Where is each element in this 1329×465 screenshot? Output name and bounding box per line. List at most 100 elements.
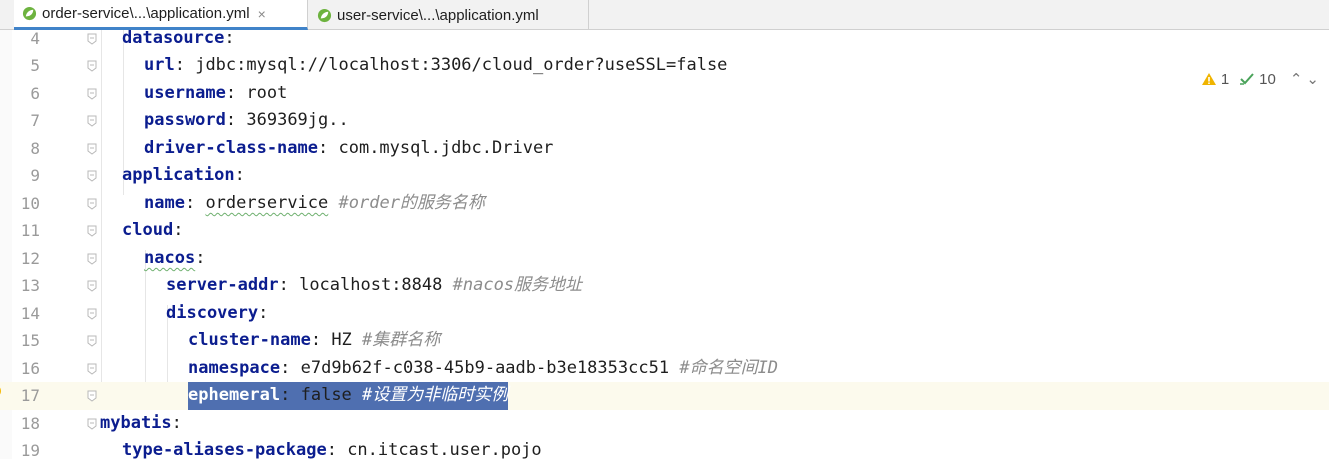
yaml-punctuation: :: [326, 440, 348, 460]
yaml-value: e7d9b62f-c038-45b9-aadb-b3e18353cc51: [300, 358, 670, 378]
code-line[interactable]: 12 nacos:: [0, 245, 1329, 273]
fold-marker-icon[interactable]: [86, 418, 98, 430]
yaml-key: datasource: [122, 28, 225, 48]
code-line[interactable]: 8 driver-class-name: com.mysql.jdbc.Drive…: [0, 135, 1329, 163]
code-line[interactable]: 17 ephemeral: false #设置为非临时实例: [0, 382, 1329, 410]
code-line[interactable]: 15 cluster-name: HZ #集群名称: [0, 327, 1329, 355]
code-line[interactable]: 18 mybatis:: [0, 410, 1329, 438]
line-number: 10: [20, 194, 40, 213]
fold-marker-icon[interactable]: [86, 390, 98, 402]
yaml-comment: #nacos服务地址: [452, 275, 583, 295]
code-line[interactable]: 6 username: root: [0, 80, 1329, 108]
spring-leaf-icon: [22, 6, 37, 21]
warning-count: 1: [1220, 70, 1230, 88]
tab-label: user-service\...\application.yml: [337, 6, 539, 24]
yaml-punctuation: :: [171, 413, 182, 433]
yaml-punctuation: :: [225, 83, 247, 103]
code-line[interactable]: 13 server-addr: localhost:8848 #nacos服务地址: [0, 272, 1329, 300]
code-content: mybatis:: [100, 410, 182, 438]
fold-marker-icon[interactable]: [86, 335, 98, 347]
yaml-value: cn.itcast.user.pojo: [347, 440, 542, 460]
warning-icon: [1201, 73, 1216, 85]
tab-label: order-service\...\application.yml: [42, 5, 250, 22]
spring-leaf-icon: [317, 8, 332, 22]
code-content: cluster-name: HZ #集群名称: [188, 327, 440, 355]
fold-marker-icon[interactable]: [86, 308, 98, 320]
yaml-key: url: [144, 55, 175, 75]
yaml-punctuation: :: [278, 275, 300, 295]
fold-marker-icon[interactable]: [86, 363, 98, 375]
code-line[interactable]: 11 cloud:: [0, 217, 1329, 245]
line-number: 15: [20, 331, 40, 350]
yaml-value: jdbc:mysql://localhost:3306/cloud_order?…: [195, 55, 728, 75]
code-line[interactable]: 10 name: orderservice #order的服务名称: [0, 190, 1329, 218]
fold-marker-icon[interactable]: [86, 115, 98, 127]
yaml-key: application: [122, 165, 235, 185]
fold-marker-icon[interactable]: [86, 60, 98, 72]
code-content: namespace: e7d9b62f-c038-45b9-aadb-b3e18…: [188, 355, 778, 383]
fold-marker-icon[interactable]: [86, 280, 98, 292]
yaml-value: root: [246, 83, 288, 103]
yaml-value: 369369jg..: [246, 110, 349, 130]
intention-bulb-icon[interactable]: [0, 384, 2, 404]
code-line[interactable]: 14 discovery:: [0, 300, 1329, 328]
code-editor[interactable]: 4 datasource: 5 url: jdbc:mysql://localhost…: [0, 28, 1329, 460]
fold-marker-icon[interactable]: [86, 170, 98, 182]
yaml-punctuation: [352, 385, 362, 405]
chevron-down-icon[interactable]: ⌄: [1306, 70, 1319, 88]
code-content: cloud:: [122, 217, 183, 245]
yaml-punctuation: [442, 275, 452, 295]
code-content: name: orderservice #order的服务名称: [144, 190, 485, 218]
fold-marker-icon[interactable]: [86, 253, 98, 265]
yaml-key: name: [144, 193, 185, 213]
code-content: nacos:: [144, 245, 205, 273]
line-number: 18: [20, 414, 40, 433]
yaml-punctuation: :: [234, 165, 245, 185]
yaml-value: HZ: [331, 330, 352, 350]
yaml-punctuation: :: [310, 330, 332, 350]
code-content: discovery:: [166, 300, 268, 328]
yaml-comment: #命名空间ID: [679, 358, 779, 378]
yaml-punctuation: :: [258, 303, 269, 323]
yaml-punctuation: [328, 193, 338, 213]
yaml-punctuation: [669, 358, 679, 378]
yaml-punctuation: [352, 330, 362, 350]
yaml-value: com.mysql.jdbc.Driver: [338, 138, 554, 158]
code-content: driver-class-name: com.mysql.jdbc.Driver: [144, 135, 553, 163]
yaml-punctuation: :: [195, 248, 206, 268]
code-line[interactable]: 19 type-aliases-package: cn.itcast.user.p…: [0, 437, 1329, 465]
line-number: 7: [30, 111, 40, 130]
fold-marker-icon[interactable]: [86, 88, 98, 100]
fold-marker-icon[interactable]: [86, 225, 98, 237]
line-number: 12: [20, 249, 40, 268]
yaml-punctuation: :: [224, 28, 235, 48]
fold-marker-icon[interactable]: [86, 198, 98, 210]
yaml-key: cluster-name: [188, 330, 311, 350]
close-tab-icon[interactable]: ×: [258, 6, 266, 22]
inspection-status[interactable]: 1 10 ⌃ ⌄: [1201, 70, 1319, 88]
line-number: 17: [20, 386, 40, 405]
code-line[interactable]: 4 datasource:: [0, 25, 1329, 53]
code-content: datasource:: [122, 25, 235, 53]
code-content: url: jdbc:mysql://localhost:3306/cloud_o…: [144, 52, 727, 80]
code-line[interactable]: 5 url: jdbc:mysql://localhost:3306/cloud_…: [0, 52, 1329, 80]
line-number: 14: [20, 304, 40, 323]
code-content: ephemeral: false #设置为非临时实例: [188, 382, 509, 410]
yaml-punctuation: :: [318, 138, 339, 158]
check-count: 10: [1259, 70, 1276, 88]
yaml-comment: #设置为非临时实例: [362, 385, 509, 405]
yaml-key: password: [144, 110, 226, 130]
code-line[interactable]: 7 password: 369369jg..: [0, 107, 1329, 135]
chevron-up-icon[interactable]: ⌃: [1290, 70, 1303, 88]
fold-marker-icon[interactable]: [86, 143, 98, 155]
line-number: 13: [20, 276, 40, 295]
code-line[interactable]: 16 namespace: e7d9b62f-c038-45b9-aadb-b3e…: [0, 355, 1329, 383]
line-number: 19: [20, 441, 40, 460]
code-line[interactable]: 9 application:: [0, 162, 1329, 190]
line-number: 16: [20, 359, 40, 378]
line-number: 5: [30, 56, 40, 75]
yaml-key: driver-class-name: [144, 138, 318, 158]
fold-marker-icon[interactable]: [86, 33, 98, 45]
yaml-punctuation: :: [280, 358, 301, 378]
yaml-key: server-addr: [166, 275, 279, 295]
